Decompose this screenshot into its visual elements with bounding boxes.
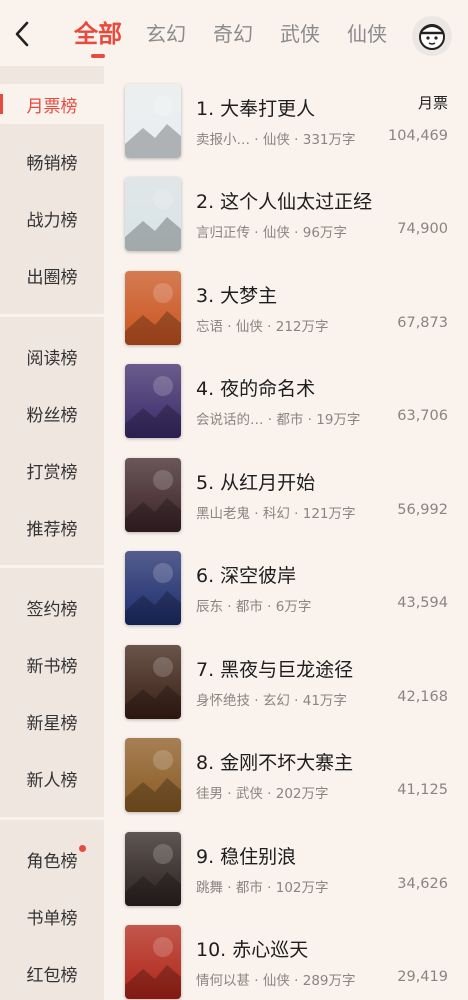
book-title: 5. 从红月开始 <box>196 472 316 494</box>
tab-all[interactable]: 全部 <box>74 14 122 58</box>
book-row[interactable]: 2. 这个人仙太过正经言归正传 · 仙侠 · 96万字 74,900 <box>104 169 468 262</box>
top-bar: 全部 玄幻 奇幻 武侠 仙侠 <box>0 0 468 66</box>
book-title: 3. 大梦主 <box>196 285 278 307</box>
book-cover-image[interactable] <box>125 271 181 345</box>
sidebar-item-characters[interactable]: 角色榜 <box>0 839 104 879</box>
sidebar-item-booklists[interactable]: 书单榜 <box>0 896 104 936</box>
sidebar-item-red-packets[interactable]: 红包榜 <box>0 953 104 993</box>
sidebar-item-new-books[interactable]: 新书榜 <box>0 644 104 684</box>
book-title: 8. 金刚不坏大寨主 <box>196 752 354 774</box>
sidebar-item-power[interactable]: 战力榜 <box>0 198 104 238</box>
mascot-avatar-icon[interactable] <box>412 16 452 56</box>
book-title: 1. 大奉打更人 <box>196 98 316 120</box>
monthly-ticket-count: 74,900 <box>397 221 448 237</box>
monthly-ticket-count: 29,419 <box>397 969 448 985</box>
tab-all-label: 全部 <box>74 20 122 48</box>
ranking-sidebar: 月票榜 畅销榜 战力榜 出圈榜 阅读榜 粉丝榜 打赏榜 推荐榜 签约榜 新书榜 … <box>0 66 104 1000</box>
category-tabs: 全部 玄幻 奇幻 武侠 仙侠 <box>74 14 414 58</box>
book-row[interactable]: 5. 从红月开始黑山老鬼 · 科幻 · 121万字 56,992 <box>104 450 468 543</box>
sidebar-item-reading[interactable]: 阅读榜 <box>0 336 104 376</box>
sidebar-divider <box>0 817 104 820</box>
book-cover-image[interactable] <box>125 925 181 999</box>
book-title: 7. 黑夜与巨龙途径 <box>196 659 354 681</box>
sidebar-divider <box>0 314 104 317</box>
monthly-ticket-count: 63,706 <box>397 408 448 424</box>
monthly-ticket-count: 41,125 <box>397 782 448 798</box>
book-meta: 徍男 · 武侠 · 202万字 <box>196 786 329 802</box>
book-cover-image[interactable] <box>125 364 181 438</box>
monthly-ticket-count: 104,469 <box>388 128 448 144</box>
book-meta: 身怀绝技 · 玄幻 · 41万字 <box>196 693 347 709</box>
book-title: 6. 深空彼岸 <box>196 565 297 587</box>
sidebar-item-bestseller[interactable]: 畅销榜 <box>0 141 104 181</box>
book-meta: 辰东 · 都市 · 6万字 <box>196 599 312 615</box>
monthly-ticket-count: 56,992 <box>397 502 448 518</box>
book-title: 4. 夜的命名术 <box>196 378 316 400</box>
book-title: 9. 稳住别浪 <box>196 846 297 868</box>
book-meta: 跳舞 · 都市 · 102万字 <box>196 880 329 896</box>
book-meta: 情何以甚 · 仙侠 · 289万字 <box>196 973 356 989</box>
book-meta: 黑山老鬼 · 科幻 · 121万字 <box>196 506 356 522</box>
sidebar-item-label: 月票榜 <box>26 96 78 117</box>
sidebar-item-signed[interactable]: 签约榜 <box>0 587 104 627</box>
monthly-ticket-count: 42,168 <box>397 689 448 705</box>
book-cover-image[interactable] <box>125 177 181 251</box>
sidebar-item-tips[interactable]: 打赏榜 <box>0 450 104 490</box>
monthly-ticket-count: 43,594 <box>397 595 448 611</box>
book-row[interactable]: 7. 黑夜与巨龙途径身怀绝技 · 玄幻 · 41万字 42,168 <box>104 637 468 730</box>
book-title: 10. 赤心巡天 <box>196 939 309 961</box>
back-icon[interactable] <box>8 18 36 50</box>
book-row[interactable]: 6. 深空彼岸辰东 · 都市 · 6万字 43,594 <box>104 543 468 636</box>
sidebar-item-new-stars[interactable]: 新星榜 <box>0 701 104 741</box>
book-row[interactable]: 8. 金刚不坏大寨主徍男 · 武侠 · 202万字 41,125 <box>104 730 468 823</box>
tab-qihuan[interactable]: 奇幻 <box>213 14 253 54</box>
tab-xianxia[interactable]: 仙侠 <box>347 14 387 54</box>
book-cover-image[interactable] <box>125 738 181 812</box>
notification-dot <box>79 845 86 852</box>
book-cover-image[interactable] <box>125 645 181 719</box>
book-meta: 忘语 · 仙侠 · 212万字 <box>196 319 329 335</box>
sidebar-item-fans[interactable]: 粉丝榜 <box>0 393 104 433</box>
ranking-list: 月票 1. 大奉打更人 卖报小… · 仙侠 · 331万字 104,469 2. 这个… <box>104 66 468 1000</box>
monthly-ticket-count: 34,626 <box>397 876 448 892</box>
book-row[interactable]: 1. 大奉打更人卖报小… · 仙侠 · 331万字 104,469 <box>104 76 468 169</box>
sidebar-item-newcomers[interactable]: 新人榜 <box>0 758 104 798</box>
sidebar-item-monthly-ticket[interactable]: 月票榜 <box>0 84 104 124</box>
book-cover-image[interactable] <box>125 551 181 625</box>
book-row[interactable]: 4. 夜的命名术会说话的… · 都市 · 19万字 63,706 <box>104 356 468 449</box>
book-title: 2. 这个人仙太过正经 <box>196 191 373 213</box>
monthly-ticket-count: 67,873 <box>397 315 448 331</box>
book-row[interactable]: 10. 赤心巡天情何以甚 · 仙侠 · 289万字 29,419 <box>104 917 468 1000</box>
book-meta: 卖报小… · 仙侠 · 331万字 <box>196 132 356 148</box>
sidebar-item-breakout[interactable]: 出圈榜 <box>0 255 104 295</box>
book-cover-image[interactable] <box>125 832 181 906</box>
sidebar-divider <box>0 565 104 568</box>
active-tab-indicator <box>91 54 105 58</box>
sidebar-item-label: 角色榜 <box>26 851 78 872</box>
sidebar-item-recommend[interactable]: 推荐榜 <box>0 507 104 547</box>
book-cover-image[interactable] <box>125 458 181 532</box>
active-item-indicator <box>0 94 3 114</box>
book-meta: 言归正传 · 仙侠 · 96万字 <box>196 225 347 241</box>
tab-xuanhuan[interactable]: 玄幻 <box>146 14 186 54</box>
book-row[interactable]: 9. 稳住别浪跳舞 · 都市 · 102万字 34,626 <box>104 824 468 917</box>
book-cover-image[interactable] <box>125 84 181 158</box>
book-meta: 会说话的… · 都市 · 19万字 <box>196 412 361 428</box>
tab-wuxia[interactable]: 武侠 <box>280 14 320 54</box>
book-row[interactable]: 3. 大梦主忘语 · 仙侠 · 212万字 67,873 <box>104 263 468 356</box>
